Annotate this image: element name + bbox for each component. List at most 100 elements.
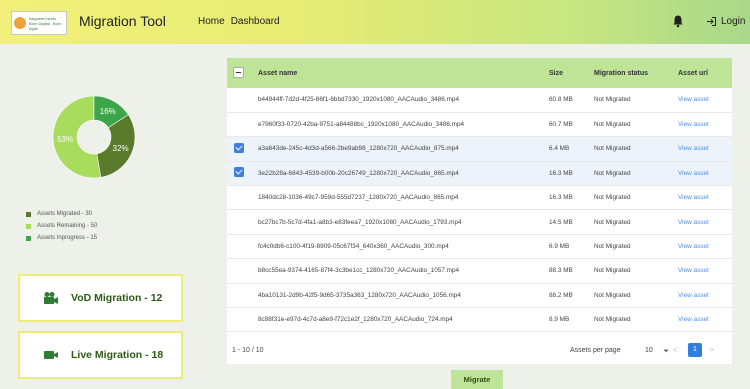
col-asset-name[interactable]: Asset name — [254, 58, 545, 88]
video-camera-icon — [44, 351, 58, 359]
legend-item: Assets Migrated - 30 — [26, 208, 97, 220]
table-row[interactable]: bc27bc7b-5c7d-4fa1-a8b3-e83feea7_1920x10… — [227, 210, 732, 235]
film-icon — [44, 292, 58, 304]
asset-name-cell: b8cc55ea-9374-4165-87f4-3c3be1cc_1280x72… — [258, 267, 460, 275]
migration-status-cell: Not Migrated — [594, 291, 631, 299]
login-label: Login — [721, 16, 746, 27]
asset-size-cell: 14.5 MB — [549, 218, 573, 226]
per-page-label: Assets per page — [570, 347, 621, 354]
view-asset-link[interactable]: View asset — [674, 186, 732, 210]
view-asset-link[interactable]: View asset — [674, 112, 732, 136]
view-asset-link[interactable]: View asset — [674, 88, 732, 112]
legend-label: Assets Migrated - 30 — [37, 211, 93, 217]
row-checkbox[interactable] — [234, 119, 244, 129]
assets-table: Asset name Size Migration status Asset u… — [227, 58, 732, 332]
legend-label: Assets Inprogress - 15 — [37, 235, 98, 241]
legend-swatch — [26, 223, 31, 229]
view-asset-link[interactable]: View asset — [674, 308, 732, 332]
table-row[interactable]: 1840dc28-1036-49c7-959d-555d7237_1280x72… — [227, 186, 732, 210]
col-size[interactable]: Size — [545, 58, 590, 88]
donut-slice-label: 53% — [57, 135, 73, 144]
migration-status-cell: Not Migrated — [594, 121, 631, 129]
asset-name-cell: a3a643de-245c-4d3d-a566-2be9ab98_1280x72… — [258, 145, 459, 153]
logo-mark-icon — [14, 17, 26, 29]
asset-size-cell: 88.2 MB — [549, 291, 573, 299]
select-all-checkbox[interactable] — [233, 66, 244, 78]
chevron-down-icon[interactable] — [663, 348, 669, 354]
bell-icon[interactable] — [671, 14, 685, 28]
migration-status-cell: Not Migrated — [594, 96, 631, 104]
row-checkbox[interactable] — [234, 314, 244, 324]
asset-size-cell: 6.4 MB — [549, 145, 570, 153]
migrate-button[interactable]: Migrate — [451, 370, 503, 389]
migration-status-cell: Not Migrated — [594, 316, 631, 324]
logo-line-2: Born Digital . Born Agile — [29, 20, 62, 31]
row-checkbox[interactable] — [234, 94, 244, 104]
table-row[interactable]: e7960f33-0720-42ba-9751-a84488bc_1920x10… — [227, 112, 732, 137]
next-page-button[interactable]: > — [710, 347, 714, 354]
donut-slice-label: 16% — [100, 107, 116, 116]
legend-item: Assets Remaining - 50 — [26, 220, 97, 232]
view-asset-link[interactable]: View asset — [674, 283, 732, 307]
asset-size-cell: 60.7 MB — [549, 121, 573, 129]
login-button[interactable]: Login — [706, 16, 745, 27]
table-header: Asset name Size Migration status Asset u… — [227, 58, 732, 88]
view-asset-link[interactable]: View asset — [674, 234, 732, 258]
table-row[interactable]: b44944ff-7d2d-4f25-86f1-6bbd7330_1920x10… — [227, 88, 732, 113]
table-row[interactable]: 8c88f31e-e97d-4c7d-a8e9-f72c1e2f_1280x72… — [227, 308, 732, 332]
migration-status-cell: Not Migrated — [594, 243, 631, 251]
chart-legend: Assets Migrated - 30 Assets Remaining - 5… — [26, 208, 97, 244]
nav-dashboard[interactable]: Dashboard — [231, 16, 280, 27]
live-migration-label: Live Migration - 18 — [71, 349, 164, 361]
app-title: Migration Tool — [79, 13, 166, 29]
asset-size-cell: 60.8 MB — [549, 96, 573, 104]
vod-migration-card[interactable]: VoD Migration - 12 — [18, 274, 183, 322]
table-footer: 1 - 10 / 10 Assets per page 10 < 1 > — [227, 338, 732, 364]
row-checkbox[interactable] — [234, 289, 244, 299]
asset-size-cell: 16.3 MB — [549, 169, 573, 177]
migration-status-cell: Not Migrated — [594, 145, 631, 153]
nav-home[interactable]: Home — [198, 16, 225, 27]
legend-swatch — [26, 235, 31, 241]
row-checkbox[interactable] — [234, 241, 244, 251]
row-checkbox[interactable] — [234, 216, 244, 226]
prev-page-button[interactable]: < — [673, 347, 677, 354]
table-row[interactable]: 4ba10131-2d9b-42f5-9d65-3735a363_1280x72… — [227, 283, 732, 308]
view-asset-link[interactable]: View asset — [674, 137, 732, 161]
company-logo: happiest minds Born Digital . Born Agile — [11, 11, 67, 35]
row-checkbox[interactable] — [234, 192, 244, 202]
asset-name-cell: e7960f33-0720-42ba-9751-a84488bc_1920x10… — [258, 121, 465, 129]
donut-slice-label: 32% — [113, 144, 129, 153]
asset-name-cell: 3e22b28a-6843-4539-b00b-20c26749_1280x72… — [258, 169, 459, 177]
asset-name-cell: 8c88f31e-e97d-4c7d-a8e9-f72c1e2f_1280x72… — [258, 316, 453, 324]
current-page-button[interactable]: 1 — [688, 343, 702, 357]
view-asset-link[interactable]: View asset — [674, 259, 732, 283]
asset-name-cell: b44944ff-7d2d-4f25-86f1-6bbd7330_1920x10… — [258, 96, 459, 104]
col-asset-url[interactable]: Asset url — [674, 58, 732, 88]
asset-name-cell: 4ba10131-2d9b-42f5-9d65-3735a363_1280x72… — [258, 291, 461, 299]
col-migration-status[interactable]: Migration status — [590, 58, 674, 88]
asset-name-cell: 1840dc28-1036-49c7-959d-555d7237_1280x72… — [258, 194, 459, 202]
row-checkbox[interactable] — [234, 265, 244, 275]
view-asset-link[interactable]: View asset — [674, 161, 732, 185]
legend-label: Assets Remaining - 50 — [37, 223, 98, 229]
asset-name-cell: bc27bc7b-5c7d-4fa1-a8b3-e83feea7_1920x10… — [258, 218, 462, 226]
login-icon — [707, 17, 716, 26]
per-page-select[interactable]: 10 — [645, 347, 653, 354]
table-row[interactable]: a3a643de-245c-4d3d-a566-2be9ab98_1280x72… — [227, 136, 732, 162]
migration-status-cell: Not Migrated — [594, 169, 631, 177]
table-row[interactable]: 3e22b28a-6843-4539-b00b-20c26749_1280x72… — [227, 161, 732, 186]
asset-name-cell: fc4c0db6-c100-4f19-8909-05c67f34_640x360… — [258, 243, 449, 251]
legend-item: Assets Inprogress - 15 — [26, 232, 97, 244]
table-row[interactable]: b8cc55ea-9374-4165-87f4-3c3be1cc_1280x72… — [227, 259, 732, 284]
row-checkbox[interactable] — [234, 142, 244, 153]
row-checkbox[interactable] — [234, 167, 244, 178]
table-row[interactable]: fc4c0db6-c100-4f19-8909-05c67f34_640x360… — [227, 234, 732, 259]
asset-size-cell: 88.3 MB — [549, 267, 573, 275]
legend-swatch — [26, 211, 31, 217]
migration-status-cell: Not Migrated — [594, 194, 631, 202]
live-migration-card[interactable]: Live Migration - 18 — [18, 331, 183, 379]
assets-donut-chart: 32% 53% 16% — [52, 95, 136, 179]
main-nav: Home Dashboard — [198, 16, 280, 27]
view-asset-link[interactable]: View asset — [674, 210, 732, 234]
